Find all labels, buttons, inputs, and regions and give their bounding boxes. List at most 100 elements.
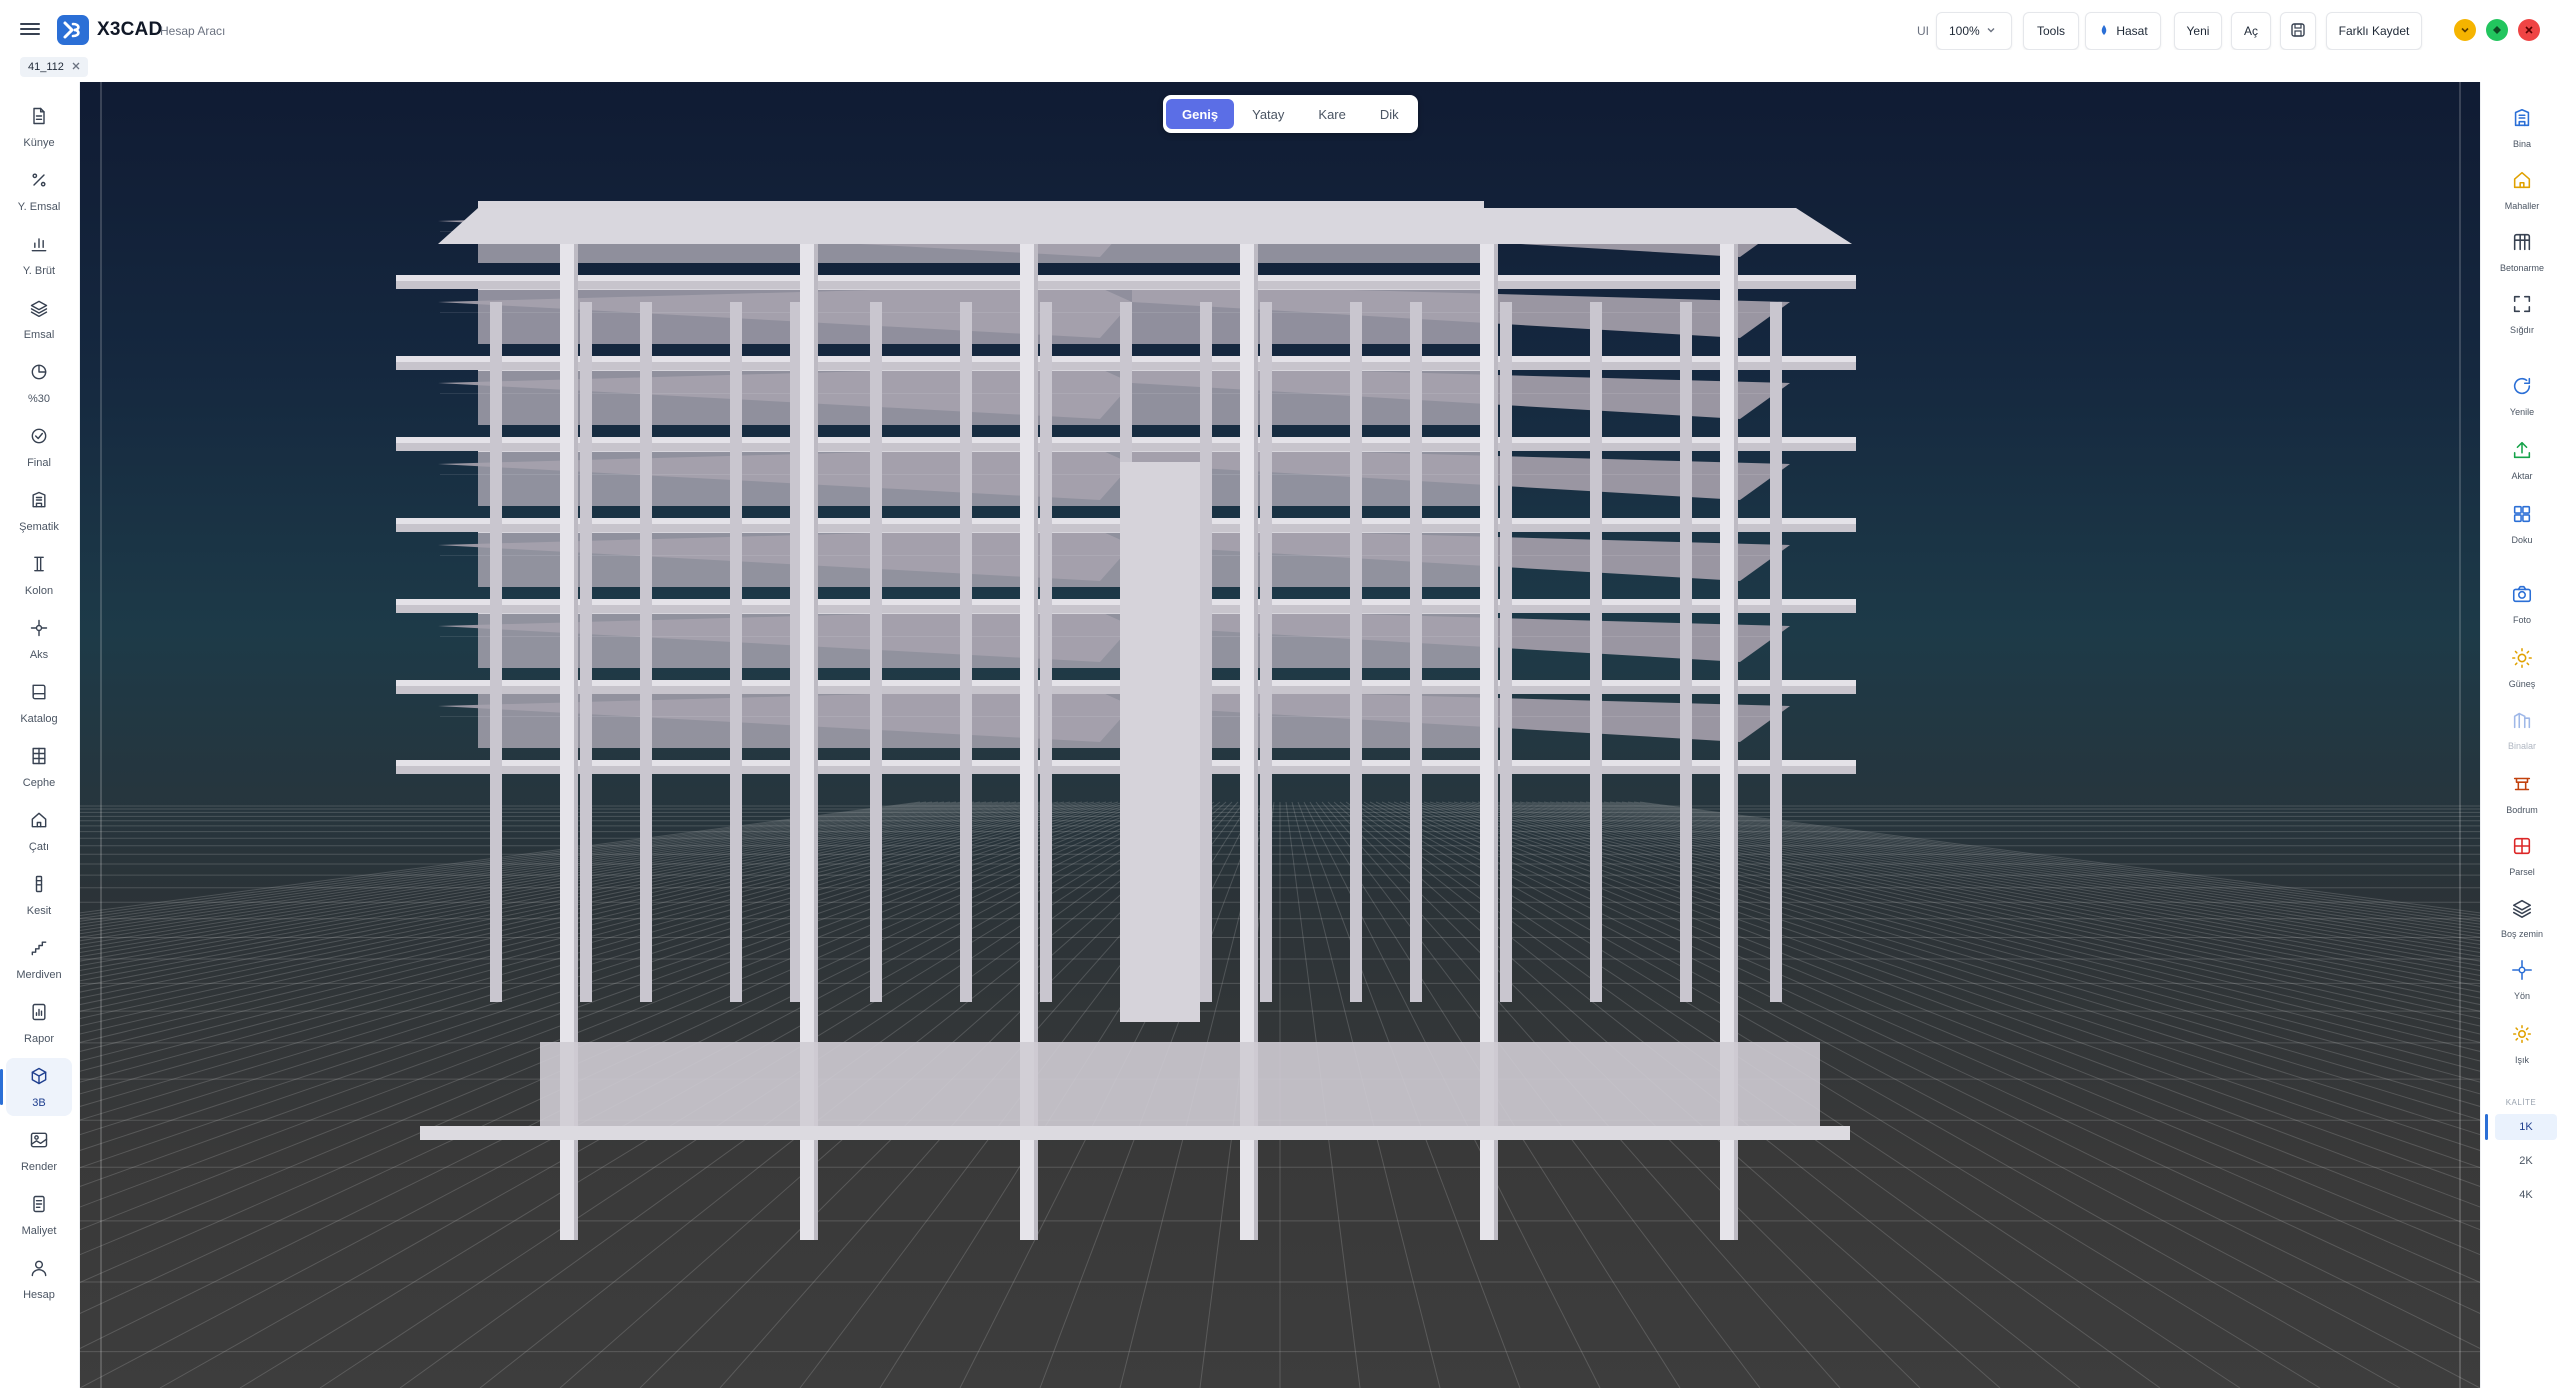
slab-underside (478, 284, 1484, 344)
tool-aktar[interactable]: Aktar (2491, 432, 2553, 488)
grid-icon (2511, 231, 2533, 258)
3d-scene-canvas[interactable] (80, 82, 2480, 1388)
document-tab-bar: 41_112 (0, 50, 2560, 82)
sidebar-item-çatı[interactable]: Çatı (6, 802, 72, 860)
camera-icon (2511, 583, 2533, 610)
home-icon (2511, 169, 2533, 196)
roof-slab (438, 208, 1852, 244)
tool-yenile[interactable]: Yenile (2491, 368, 2553, 424)
sun-icon (2511, 647, 2533, 674)
column-back (580, 302, 592, 1002)
tool-label: Parsel (2509, 867, 2535, 877)
close-button[interactable] (2518, 19, 2540, 41)
sidebar-item-maliyet[interactable]: Maliyet (6, 1186, 72, 1244)
sidebar-item-cephe[interactable]: Cephe (6, 738, 72, 796)
sidebar-item-hesap[interactable]: Hesap (6, 1250, 72, 1308)
sidebar-item-aks[interactable]: Aks (6, 610, 72, 668)
fit-icon (2511, 293, 2533, 320)
tool-label: Boş zemin (2500, 929, 2544, 939)
slab-back-edge (478, 201, 1484, 209)
home-icon (29, 810, 49, 835)
slab-underside (478, 446, 1484, 506)
sidebar-item-final[interactable]: Final (6, 418, 72, 476)
compass-icon (2511, 959, 2533, 986)
close-tab-icon[interactable] (72, 61, 80, 73)
open-button[interactable]: Aç (2231, 12, 2271, 50)
tools-button[interactable]: Tools (2023, 12, 2079, 50)
tool-foto[interactable]: Foto (2491, 576, 2553, 632)
sidebar-item-label: Render (20, 1160, 58, 1173)
sidebar-item-rapor[interactable]: Rapor (6, 994, 72, 1052)
view-mode-kare[interactable]: Kare (1302, 99, 1361, 129)
sidebar-item-emsal[interactable]: Emsal (6, 290, 72, 348)
sidebar-item-label: Maliyet (21, 1224, 57, 1237)
sidebar-item-label: Aks (29, 648, 49, 661)
sidebar-item-kesit[interactable]: Kesit (6, 866, 72, 924)
tool-yön[interactable]: Yön (2491, 952, 2553, 1008)
sidebar-item-render[interactable]: Render (6, 1122, 72, 1180)
sidebar-item-3b[interactable]: 3B (6, 1058, 72, 1116)
hasat-label: Hasat (2116, 24, 2148, 38)
building-core (1120, 462, 1200, 1022)
tool-boş-zemin[interactable]: Boş zemin (2491, 890, 2553, 946)
save-as-button[interactable]: Farklı Kaydet (2326, 12, 2422, 50)
tool-binalar[interactable]: Binalar (2491, 702, 2553, 758)
chevron-down-icon (2461, 27, 2469, 33)
column-back (1410, 302, 1422, 1002)
quality-active-indicator (2485, 1114, 2488, 1140)
view-mode-geniş[interactable]: Geniş (1166, 99, 1235, 129)
sidebar-item-şematik[interactable]: Şematik (6, 482, 72, 540)
tool-parsel[interactable]: Parsel (2491, 828, 2553, 884)
sidebar-item-merdiven[interactable]: Merdiven (6, 930, 72, 988)
document-tab[interactable]: 41_112 (20, 57, 88, 77)
quality-option-4k[interactable]: 4K (2495, 1182, 2557, 1208)
sidebar-item-%30[interactable]: %30 (6, 354, 72, 412)
view-mode-dik[interactable]: Dik (1364, 99, 1415, 129)
sidebar-item-label: Hesap (23, 1288, 55, 1301)
tool-sığdır[interactable]: Sığdır (2491, 286, 2553, 342)
sidebar-item-y-emsal[interactable]: Y. Emsal (6, 162, 72, 220)
zoom-select[interactable]: 100% (1936, 12, 2012, 50)
hasat-button[interactable]: Hasat (2085, 12, 2161, 50)
column-back (1680, 302, 1692, 1002)
maximize-button[interactable] (2486, 19, 2508, 41)
quality-option-2k[interactable]: 2K (2495, 1148, 2557, 1174)
sidebar-item-kolon[interactable]: Kolon (6, 546, 72, 604)
minimize-button[interactable] (2454, 19, 2476, 41)
column-back (1590, 302, 1602, 1002)
check-circle-icon (29, 426, 49, 451)
tool-işık[interactable]: Işık (2491, 1016, 2553, 1072)
sidebar-item-katalog[interactable]: Katalog (6, 674, 72, 732)
sidebar-item-label: Y. Brüt (22, 264, 56, 277)
column-back (1770, 302, 1782, 1002)
tool-label: Güneş (2508, 679, 2536, 689)
floor-slab (396, 281, 1856, 289)
tool-label: Betonarme (2499, 263, 2545, 273)
buildings-icon (2511, 709, 2533, 736)
3d-viewport[interactable]: Geniş Yatay Kare Dik (80, 82, 2480, 1388)
right-sidebar: Bina Mahaller Betonarme Sığdır Yenile Aktar Do… (2480, 82, 2560, 1388)
quality-option-1k[interactable]: 1K (2495, 1114, 2557, 1140)
tool-betonarme[interactable]: Betonarme (2491, 224, 2553, 280)
sidebar-item-label: 3B (32, 1096, 46, 1109)
view-mode-segmented: Geniş Yatay Kare Dik (1163, 95, 1418, 133)
sidebar-item-künye[interactable]: Künye (6, 98, 72, 156)
receipt-icon (29, 1194, 49, 1219)
save-button[interactable] (2280, 12, 2316, 50)
new-button[interactable]: Yeni (2174, 12, 2222, 50)
sidebar-item-label: Kolon (24, 584, 54, 597)
tool-mahaller[interactable]: Mahaller (2491, 162, 2553, 218)
tool-bodrum[interactable]: Bodrum (2491, 766, 2553, 822)
tool-label: Foto (2512, 615, 2531, 625)
sidebar-item-y-brüt[interactable]: Y. Brüt (6, 226, 72, 284)
tool-güneş[interactable]: Güneş (2491, 640, 2553, 696)
percent-icon (29, 170, 49, 195)
view-mode-yatay[interactable]: Yatay (1236, 99, 1300, 129)
column-back (1350, 302, 1362, 1002)
sidebar-item-label: Cephe (22, 776, 56, 789)
tool-bina[interactable]: Bina (2491, 100, 2553, 156)
tool-doku[interactable]: Doku (2491, 496, 2553, 552)
menu-icon[interactable] (20, 20, 40, 40)
close-icon (2525, 26, 2533, 34)
floor-slab-top (396, 275, 1856, 281)
